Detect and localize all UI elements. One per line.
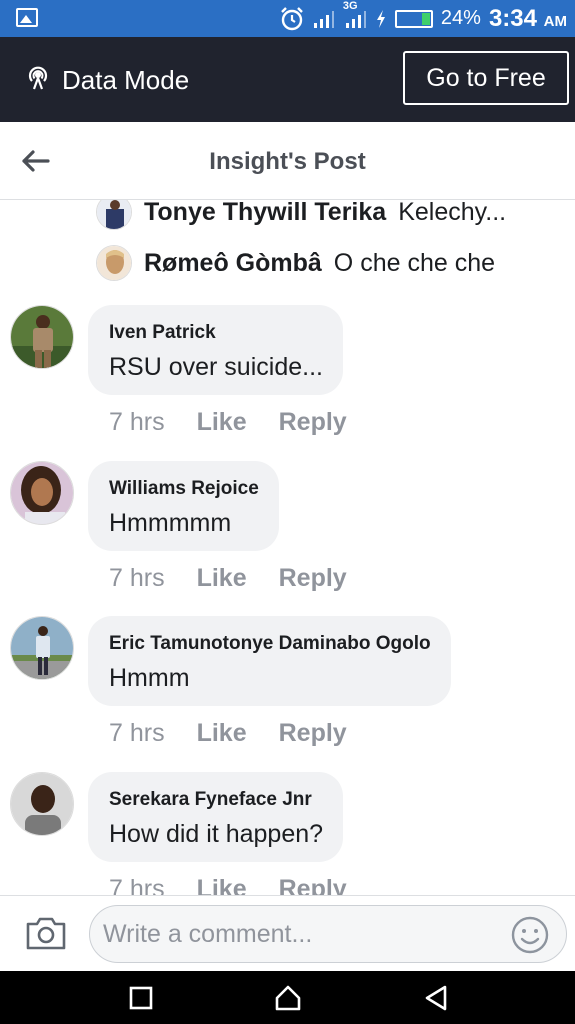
home-icon (275, 985, 301, 1011)
reply-author[interactable]: Tonye Thywill Terika (144, 200, 386, 227)
comment-author[interactable]: Williams Rejoice (109, 477, 259, 501)
like-button[interactable]: Like (197, 719, 247, 748)
data-mode-label: Data Mode (62, 65, 190, 95)
clock-suffix: AM (543, 12, 567, 30)
comment-bubble[interactable]: Williams Rejoice Hmmmmm (88, 461, 279, 551)
comment-author[interactable]: Serekara Fyneface Jnr (109, 788, 323, 812)
system-nav-bar (0, 971, 575, 1024)
network-type-label: 3G (342, 0, 358, 12)
avatar[interactable] (10, 772, 74, 836)
comment-timestamp: 7 hrs (109, 408, 165, 436)
avatar[interactable] (10, 616, 74, 680)
signal-3g-icon: 3G (343, 0, 367, 29)
comment-actions: 7 hrs Like Reply (109, 719, 347, 748)
home-button[interactable] (273, 983, 303, 1013)
comment-actions: 7 hrs Like Reply (109, 875, 347, 895)
comment-bubble[interactable]: Serekara Fyneface Jnr How did it happen? (88, 772, 344, 862)
comment-composer (0, 895, 575, 971)
emoji-button[interactable] (511, 916, 549, 954)
comment-author[interactable]: Eric Tamunotonye Daminabo Ogolo (109, 632, 431, 656)
status-bar: 3G 24% 3:34 AM (0, 0, 575, 37)
battery-percent: 24% (440, 7, 481, 29)
camera-icon (26, 917, 66, 950)
alarm-icon (279, 6, 305, 32)
reply-preview[interactable]: Rømeô Gòmbâ O che che che (96, 243, 495, 283)
comment-actions: 7 hrs Like Reply (109, 408, 347, 437)
gallery-notification-icon (16, 8, 38, 27)
comment-actions: 7 hrs Like Reply (109, 564, 347, 593)
charging-icon (375, 9, 387, 29)
avatar[interactable] (96, 200, 132, 230)
comment-author[interactable]: Iven Patrick (109, 321, 323, 345)
reply-preview[interactable]: Tonye Thywill Terika Kelechy... (96, 200, 506, 232)
comment-timestamp: 7 hrs (109, 875, 165, 895)
like-button[interactable]: Like (197, 408, 247, 437)
reply-button[interactable]: Reply (279, 564, 347, 593)
broadcast-icon (24, 63, 52, 98)
go-to-free-button[interactable]: Go to Free (403, 51, 569, 105)
comment-bubble[interactable]: Iven Patrick RSU over suicide... (88, 305, 343, 395)
like-button[interactable]: Like (197, 875, 247, 895)
data-mode-bar: Data Mode Go to Free (0, 37, 575, 122)
comment-text: RSU over suicide... (109, 353, 323, 381)
battery-icon (394, 9, 433, 28)
reply-button[interactable]: Reply (279, 408, 347, 437)
page-title: Insight's Post (209, 148, 366, 175)
back-nav-button[interactable] (421, 983, 451, 1013)
reply-author[interactable]: Rømeô Gòmbâ (144, 249, 322, 278)
clock: 3:34 AM (489, 5, 567, 33)
avatar[interactable] (10, 305, 74, 369)
triangle-back-icon (425, 985, 447, 1011)
signal-icon (313, 9, 335, 29)
camera-button[interactable] (24, 914, 68, 952)
comment-text: Hmmm (109, 664, 190, 692)
avatar[interactable] (96, 245, 132, 281)
comment-timestamp: 7 hrs (109, 719, 165, 747)
smiley-icon (511, 916, 549, 954)
comment-text: Hmmmmm (109, 509, 232, 537)
comment-timestamp: 7 hrs (109, 564, 165, 592)
recents-button[interactable] (126, 983, 156, 1013)
avatar[interactable] (10, 461, 74, 525)
reply-button[interactable]: Reply (279, 875, 347, 895)
clock-time: 3:34 (488, 4, 537, 32)
comments-list[interactable]: Tonye Thywill Terika Kelechy... Rømeô Gò… (0, 200, 575, 895)
reply-text: Kelechy... (398, 200, 507, 226)
comment-input[interactable] (89, 905, 567, 963)
square-icon (129, 986, 153, 1010)
post-header: Insight's Post (0, 122, 575, 200)
like-button[interactable]: Like (197, 564, 247, 593)
comment-text: How did it happen? (109, 820, 324, 848)
data-mode-indicator: Data Mode (24, 63, 189, 98)
comment-bubble[interactable]: Eric Tamunotonye Daminabo Ogolo Hmmm (88, 616, 451, 706)
reply-button[interactable]: Reply (279, 719, 347, 748)
battery-level-fill (421, 12, 430, 25)
reply-text: O che che che (333, 248, 496, 277)
